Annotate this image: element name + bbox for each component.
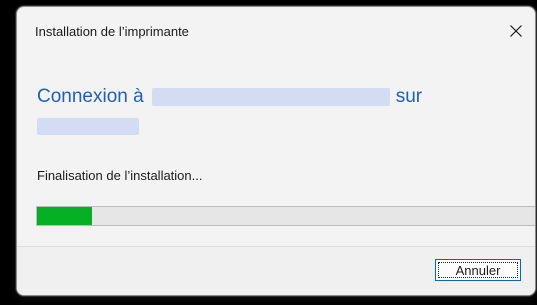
close-button[interactable] (501, 17, 531, 45)
redacted-server-name (37, 118, 139, 135)
heading-suffix: sur (395, 86, 423, 107)
connection-heading: Connexion à sur (37, 81, 507, 113)
close-icon (510, 25, 522, 37)
redacted-printer-name (151, 88, 390, 106)
dialog-footer: Annuler (17, 246, 535, 295)
cancel-button[interactable]: Annuler (435, 259, 521, 281)
heading-prefix: Connexion à (37, 86, 144, 107)
printer-install-dialog: Installation de l’imprimante Connexion à… (16, 6, 536, 296)
progress-bar (36, 206, 535, 226)
status-text: Finalisation de l’installation... (37, 168, 203, 183)
title-bar: Installation de l’imprimante (17, 7, 535, 55)
window-title: Installation de l’imprimante (35, 24, 189, 39)
progress-fill (37, 207, 92, 225)
